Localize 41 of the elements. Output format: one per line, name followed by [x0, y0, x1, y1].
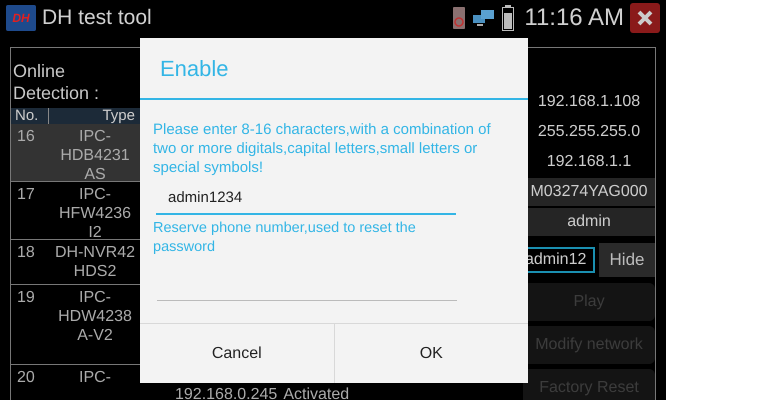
close-button[interactable] [630, 3, 660, 33]
table-cell: I2 [88, 223, 102, 242]
panel-heading: Online Detection : [12, 60, 100, 105]
table-cell: DH-NVR42 [54, 243, 135, 262]
phone-hint: Reserve phone number,used to reset the password [153, 219, 417, 257]
close-icon [636, 9, 654, 27]
table-cell: Activated [283, 386, 350, 400]
table-cell-text: 17 [16, 185, 36, 205]
table-row[interactable]: 16 IPC- HDB4231 AS [11, 124, 141, 182]
dialog-title: Enable [140, 38, 528, 100]
column-header: No. [11, 108, 49, 124]
detail-value: 192.168.1.108 [536, 92, 642, 112]
dialog-button[interactable]: Cancel [140, 324, 334, 383]
table-cell: IPC- [79, 368, 111, 387]
detail-value: 192.168.1.1 [546, 152, 632, 172]
table-cell-text: 18 [16, 243, 36, 263]
network-icon [472, 8, 496, 28]
dialog-button[interactable]: OK [334, 324, 528, 383]
column-header: Type [49, 108, 141, 124]
table-cell: HFW4236 [58, 204, 132, 223]
app-title: DH test tool [42, 5, 152, 32]
table-cell-text: 16 [16, 127, 36, 147]
table-cell: HDS2 [74, 262, 116, 281]
app-logo: DH [6, 5, 36, 31]
detail-value: 255.255.255.0 [536, 122, 642, 142]
table-cell-text: 20 [16, 368, 36, 387]
clock: 11:16 AM [524, 3, 624, 33]
table-cell: HDB4231 [60, 146, 130, 165]
table-cell: IPC- [79, 127, 111, 146]
table-cell: 192.168.0.245 [175, 386, 278, 400]
table-cell: HDW4238 [58, 307, 132, 326]
dialog-message: Please enter 8-16 characters,with a combination of two or more digitals,capital letters,small letters or special symbols! [153, 120, 492, 177]
table-cell-text: 19 [16, 288, 36, 308]
table-cell: A-V2 [77, 326, 113, 345]
table-cell: AS [84, 165, 106, 184]
sd-card-icon [452, 6, 466, 30]
password-input[interactable]: admin1234 [156, 185, 456, 215]
table-cell: IPC- [79, 288, 111, 307]
hide-button[interactable]: Hide [599, 243, 655, 277]
table-cell: IPC- [79, 185, 111, 204]
battery-icon [502, 5, 514, 31]
